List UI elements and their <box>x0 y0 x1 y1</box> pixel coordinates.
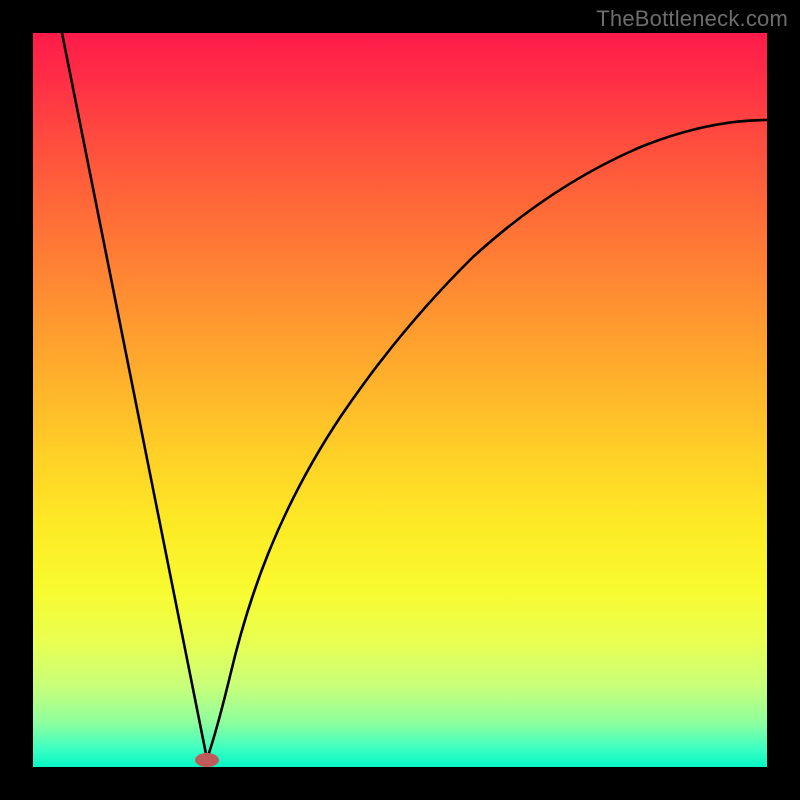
watermark-text: TheBottleneck.com <box>596 6 788 32</box>
chart-svg <box>33 33 767 767</box>
chart-frame: TheBottleneck.com <box>0 0 800 800</box>
plot-area <box>33 33 767 767</box>
curve-left-branch <box>62 33 207 759</box>
curve-right-branch <box>207 120 767 759</box>
curve-group <box>62 33 767 767</box>
min-point-marker <box>195 753 219 767</box>
